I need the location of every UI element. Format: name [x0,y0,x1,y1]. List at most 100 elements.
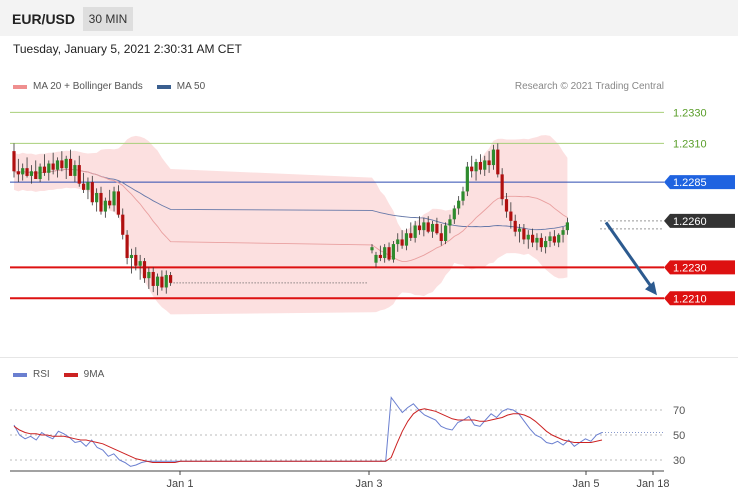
candle-body [60,160,64,169]
candle-body [51,163,55,170]
candle-body [509,211,513,221]
rsi-tick-label: 70 [673,405,685,417]
candle-body [439,233,443,241]
candle-body [430,223,435,232]
candle-body [160,276,164,288]
candle-body [47,163,51,173]
level-label-1-2210: 1.2210 [673,293,707,305]
candle-body [21,168,25,175]
candle-body [138,261,142,266]
candle-body [417,225,422,231]
candle-body [99,192,103,212]
candle-body [116,191,120,215]
candle-body [125,234,129,259]
candle-body [383,247,387,259]
candle-body [478,161,482,170]
candle-body [552,236,556,243]
candle-body [90,182,94,203]
level-label-1-2260: 1.2260 [673,216,707,228]
candle-body [522,228,526,240]
candle-body [77,165,81,184]
candle-body [426,222,430,232]
candle-body [73,165,77,176]
candle-body [461,191,465,201]
candle-body [413,225,417,238]
candle-body [526,234,530,240]
candle-body [561,230,565,235]
candle-body [491,149,496,166]
candle-body [391,244,395,260]
candle-body [531,234,535,243]
candle-body [435,223,439,234]
candle-body [129,254,134,259]
candle-body [474,161,478,172]
rsi-tick-label: 50 [673,430,685,442]
candle-body [448,219,452,226]
candle-body [112,191,116,206]
forecast-arrow-head [645,281,657,296]
candle-body [34,171,38,180]
candle-body [513,220,517,232]
candle-body [12,151,16,172]
level-label-1-2285: 1.2285 [673,177,707,189]
candle-body [164,275,168,288]
candle-body [42,166,47,173]
rsi-tick-label: 30 [673,455,685,467]
candle-body [487,160,491,166]
forecast-arrow-shaft [604,221,655,291]
candle-body [151,271,155,286]
candle-body [535,237,539,243]
candle-body [108,200,112,206]
x-axis-tick-label: Jan 5 [573,478,600,490]
candle-body [565,222,569,231]
candle-body [400,239,404,246]
candle-body [38,166,42,180]
rsi-series-rsi [13,396,603,467]
candle-body [470,166,474,172]
x-axis-tick-label: Jan 1 [167,478,194,490]
candle-body [378,254,382,259]
candle-body [396,239,400,245]
candle-body [374,254,378,263]
candle-body [444,225,448,241]
candle-body [169,275,173,283]
level-label-1-2310: 1.2310 [673,138,707,150]
candle-body [142,261,147,279]
price-chart: 1.2330 1.2310 1.2285 1.2260 1.2230 1.2210 70 50… [10,107,735,490]
candle-body [155,276,160,286]
level-label-1-2230: 1.2230 [673,262,707,274]
rsi-series-9ma [13,408,603,463]
x-axis-tick-label: Jan 18 [636,478,669,490]
candle-body [483,160,487,170]
candle-body [95,192,99,203]
candle-body [86,182,90,190]
candle-body [103,200,107,212]
candle-body [409,233,413,238]
candle-body [548,236,552,241]
candle-body [25,168,29,176]
candle-body [544,240,548,248]
candle-body [55,160,60,170]
candle-body [121,214,125,235]
candle-body [457,200,461,209]
candle-body [452,208,456,220]
candle-body [134,254,138,266]
x-axis-tick-label: Jan 3 [356,478,383,490]
candle-body [557,234,561,243]
level-label-1-2330: 1.2330 [673,107,707,119]
candle-body [504,199,509,212]
candle-body [29,171,33,176]
candle-body [147,271,151,279]
candle-body [465,166,469,192]
candle-body [387,247,391,260]
candle-body [517,228,522,232]
candle-body [500,174,504,200]
candle-body [404,233,409,246]
candle-body [422,222,426,231]
candle-body [82,183,86,190]
candle-body [68,158,73,176]
candle-body [370,247,374,251]
candle-body [64,158,68,169]
candle-body [496,149,500,175]
candle-body [16,171,20,175]
